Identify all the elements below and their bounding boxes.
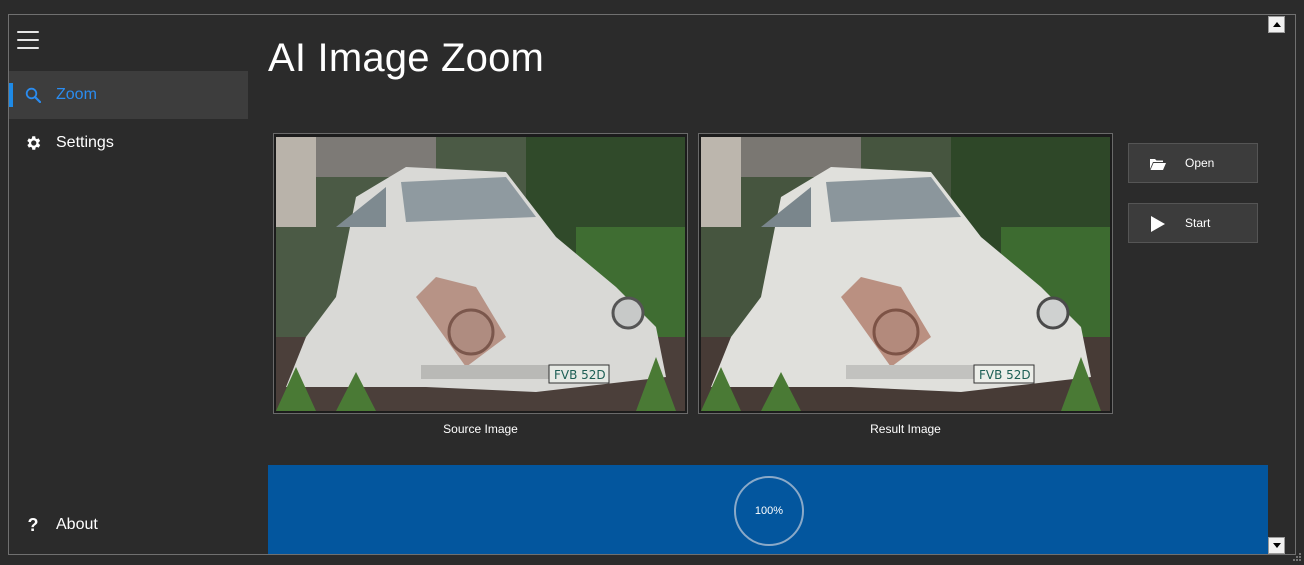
scroll-up-button[interactable] [1268,16,1285,33]
scroll-down-button[interactable] [1268,537,1285,554]
arrow-down-icon [1272,543,1281,548]
sidebar-item-settings[interactable]: Settings [9,119,248,167]
sidebar-item-zoom[interactable]: Zoom [9,71,248,119]
navigation-sidebar: Zoom Settings ? About [9,15,248,554]
question-icon: ? [27,514,39,535]
result-image: FVB 52D [698,133,1113,414]
hamburger-menu-icon[interactable] [17,31,39,49]
progress-panel: 100% [268,465,1268,554]
sidebar-item-about[interactable]: ? About [9,501,248,549]
search-icon [23,85,43,105]
result-image-caption: Result Image [870,422,941,436]
sidebar-item-label: About [56,516,98,533]
selection-indicator [9,83,13,107]
folder-open-icon [1149,155,1167,173]
page-title: AI Image Zoom [268,36,545,80]
progress-percentage: 100% [754,505,784,517]
open-button[interactable]: Open [1128,143,1258,183]
play-icon [1149,215,1167,233]
license-plate: FVB 52D [554,368,606,382]
gear-icon [23,133,43,153]
license-plate: FVB 52D [979,368,1031,382]
resize-grip-icon[interactable] [1292,552,1302,562]
start-button[interactable]: Start [1128,203,1258,243]
sidebar-item-label: Settings [56,134,114,151]
arrow-up-icon [1272,22,1281,27]
sidebar-item-label: Zoom [56,86,97,103]
source-image-caption: Source Image [443,422,518,436]
progress-ring: 100% [734,476,804,546]
source-image: FVB 52D [273,133,688,414]
open-button-label: Open [1185,156,1215,170]
start-button-label: Start [1185,216,1211,230]
